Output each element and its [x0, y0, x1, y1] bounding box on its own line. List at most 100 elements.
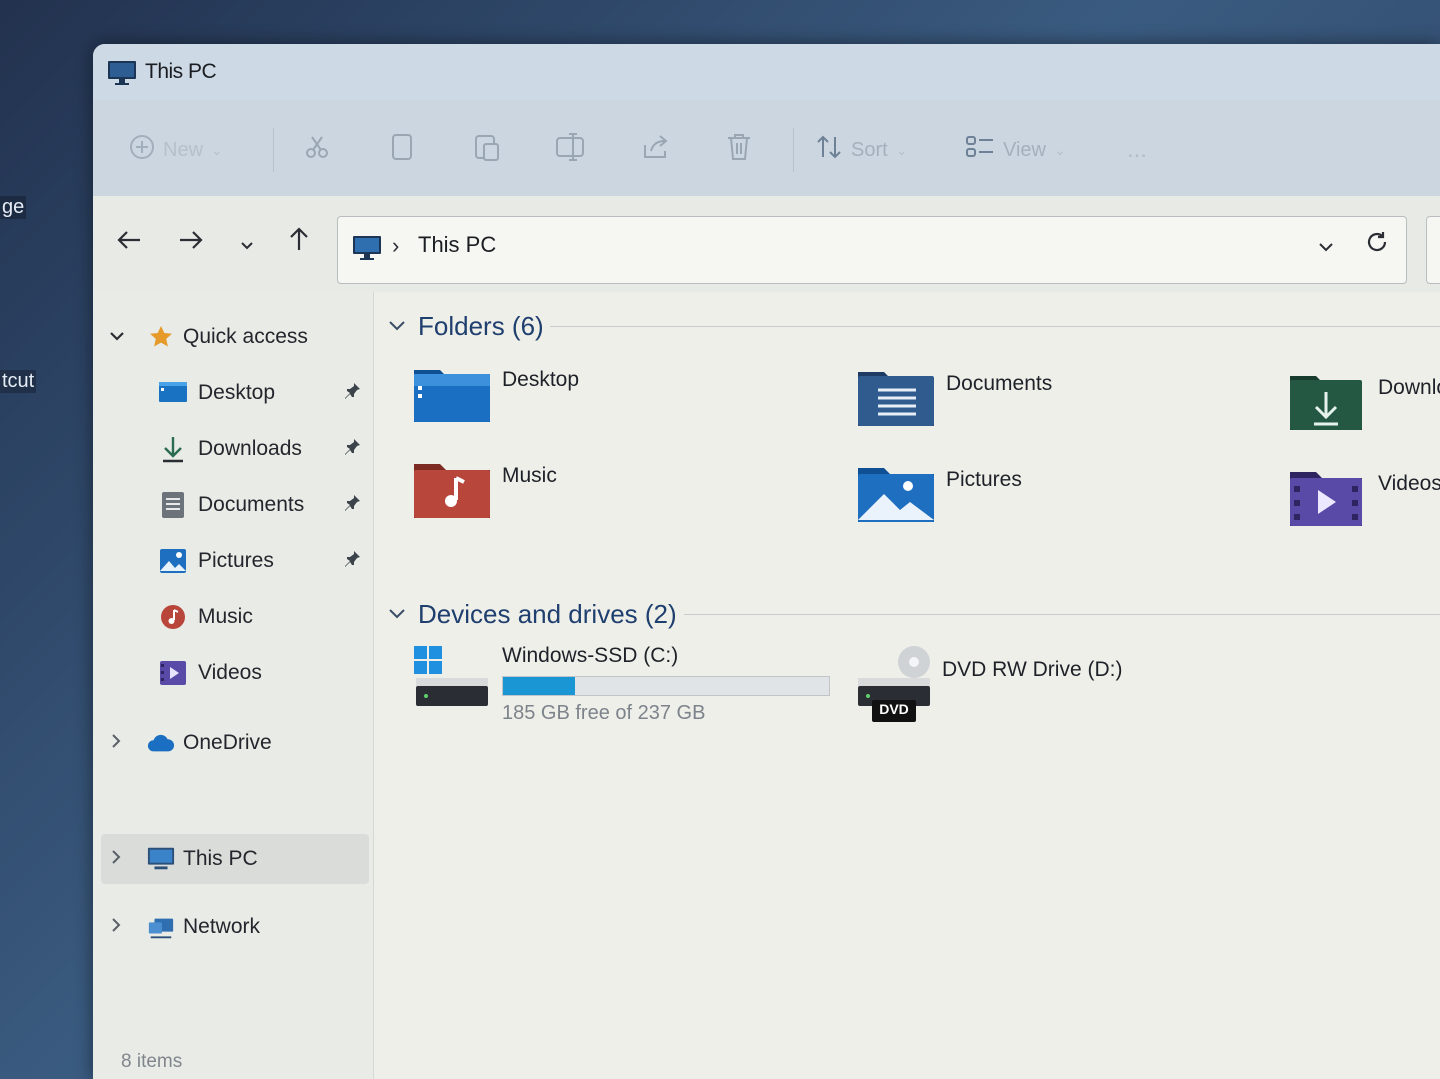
view-button[interactable]: View ⌄ [965, 130, 1066, 170]
sidebar-item-pictures[interactable]: Pictures [93, 536, 369, 586]
folder-label: Documents [946, 372, 1053, 395]
network-icon [147, 913, 175, 941]
sidebar-item-network[interactable]: Network [93, 902, 369, 952]
sort-button[interactable]: Sort ⌄ [815, 130, 907, 170]
dvd-drive-icon [856, 644, 934, 731]
downloads-icon [159, 435, 187, 463]
forward-button[interactable] [171, 222, 211, 262]
pin-icon[interactable] [343, 494, 361, 517]
folder-tile-documents[interactable]: Documents [858, 368, 1278, 448]
address-bar[interactable]: › This PC [337, 216, 1407, 284]
chevron-right-icon[interactable] [111, 917, 121, 938]
pin-icon[interactable] [343, 438, 361, 461]
group-header-label: Devices and drives (2) [418, 598, 677, 629]
chevron-right-icon[interactable] [111, 733, 121, 754]
back-button[interactable] [109, 222, 149, 262]
up-button[interactable] [279, 222, 319, 262]
this-pc-icon [352, 235, 382, 266]
sidebar-item-onedrive[interactable]: OneDrive [93, 718, 369, 768]
search-input[interactable] [1426, 216, 1440, 284]
arrow-left-icon [116, 227, 142, 258]
desktop-icon [159, 379, 187, 407]
copy-icon [389, 132, 415, 168]
sidebar-item-this-pc[interactable]: This PC [101, 834, 369, 884]
videos-folder-icon [1290, 468, 1366, 528]
sidebar-item-label: OneDrive [183, 731, 272, 754]
title-bar[interactable]: This PC [93, 44, 1440, 100]
breadcrumb-this-pc[interactable]: This PC [418, 232, 496, 258]
delete-button[interactable] [725, 130, 753, 170]
downloads-folder-icon [1290, 372, 1366, 432]
sidebar-item-label: Network [183, 915, 261, 938]
toolbar-separator [793, 128, 794, 172]
refresh-button[interactable] [1364, 229, 1390, 262]
desktop-icon-label-partial[interactable]: ge [0, 196, 27, 219]
toolbar-separator [273, 128, 274, 172]
sidebar-item-label: Pictures [198, 549, 274, 572]
chevron-down-icon [388, 316, 406, 337]
paste-button[interactable] [473, 130, 501, 170]
breadcrumb-separator-icon[interactable]: › [392, 233, 399, 259]
more-options-button[interactable]: ... [1127, 130, 1147, 170]
chevron-down-icon [240, 227, 254, 258]
sidebar-item-label: Music [198, 605, 253, 628]
sidebar-item-music[interactable]: Music [93, 592, 369, 642]
folder-label: Music [502, 464, 557, 487]
new-label: New [163, 138, 204, 161]
rename-button[interactable] [555, 130, 587, 170]
folder-tile-videos[interactable]: Videos [1290, 468, 1440, 548]
pictures-folder-icon [858, 464, 934, 524]
folder-tile-music[interactable]: Music [414, 460, 834, 540]
sidebar-item-quick-access[interactable]: Quick access [93, 312, 369, 362]
sidebar-item-videos[interactable]: Videos [93, 648, 369, 698]
cut-button[interactable] [303, 130, 331, 170]
folder-tile-pictures[interactable]: Pictures [858, 464, 1278, 544]
drive-tile-c[interactable]: Windows-SSD (C:) 185 GB free of 237 GB [414, 644, 834, 746]
new-button[interactable]: New ⌄ [129, 130, 223, 170]
drive-label: Windows-SSD (C:) [502, 644, 679, 667]
sidebar-item-documents[interactable]: Documents [93, 480, 369, 530]
sidebar-item-downloads[interactable]: Downloads [93, 424, 369, 474]
folder-tile-desktop[interactable]: Desktop [414, 364, 834, 444]
chevron-down-icon [388, 604, 406, 625]
folder-label: Pictures [946, 468, 1022, 491]
pin-icon[interactable] [343, 550, 361, 573]
group-header-devices[interactable]: Devices and drives (2) [388, 594, 677, 634]
group-header-folders[interactable]: Folders (6) [388, 306, 544, 346]
chevron-right-icon[interactable] [111, 849, 121, 870]
folder-label: Desktop [502, 368, 580, 391]
copy-button[interactable] [389, 130, 415, 170]
documents-folder-icon [858, 368, 934, 428]
view-icon [965, 134, 995, 166]
sort-label: Sort [851, 138, 888, 161]
window-title: This PC [145, 60, 217, 83]
folder-label: Videos [1378, 472, 1440, 495]
chevron-down-icon[interactable] [109, 328, 125, 346]
sidebar-item-label: Quick access [183, 325, 308, 348]
chevron-down-icon: ⌄ [211, 141, 223, 158]
file-explorer-window: This PC New ⌄ Sort ⌄ View ⌄ ... › This P… [93, 44, 1440, 1079]
content-pane: Folders (6) Desktop Documents Downlo [374, 292, 1440, 1079]
folder-tile-downloads[interactable]: Downlo [1290, 372, 1440, 452]
drive-tile-d[interactable]: DVD DVD RW Drive (D:) [856, 644, 1216, 744]
desktop-shortcut-label-partial[interactable]: tcut [0, 370, 37, 393]
paste-icon [473, 132, 501, 168]
sidebar-item-label: This PC [183, 847, 258, 870]
sidebar-item-desktop[interactable]: Desktop [93, 368, 369, 418]
address-history-button[interactable] [1318, 235, 1334, 258]
arrow-up-icon [288, 226, 310, 259]
share-button[interactable] [641, 130, 671, 170]
sidebar-item-label: Documents [198, 493, 305, 516]
this-pc-icon [107, 60, 137, 85]
chevron-down-icon: ⌄ [1054, 141, 1066, 158]
videos-icon [159, 659, 187, 687]
sidebar-item-label: Downloads [198, 437, 302, 460]
drive-label: DVD RW Drive (D:) [942, 658, 1123, 681]
drive-usage-bar [502, 676, 830, 696]
windows-drive-icon [414, 646, 490, 713]
status-item-count: 8 items [121, 1051, 183, 1072]
pin-icon[interactable] [343, 382, 361, 405]
recent-locations-button[interactable] [227, 222, 267, 262]
cut-icon [303, 133, 331, 167]
arrow-right-icon [178, 227, 204, 258]
